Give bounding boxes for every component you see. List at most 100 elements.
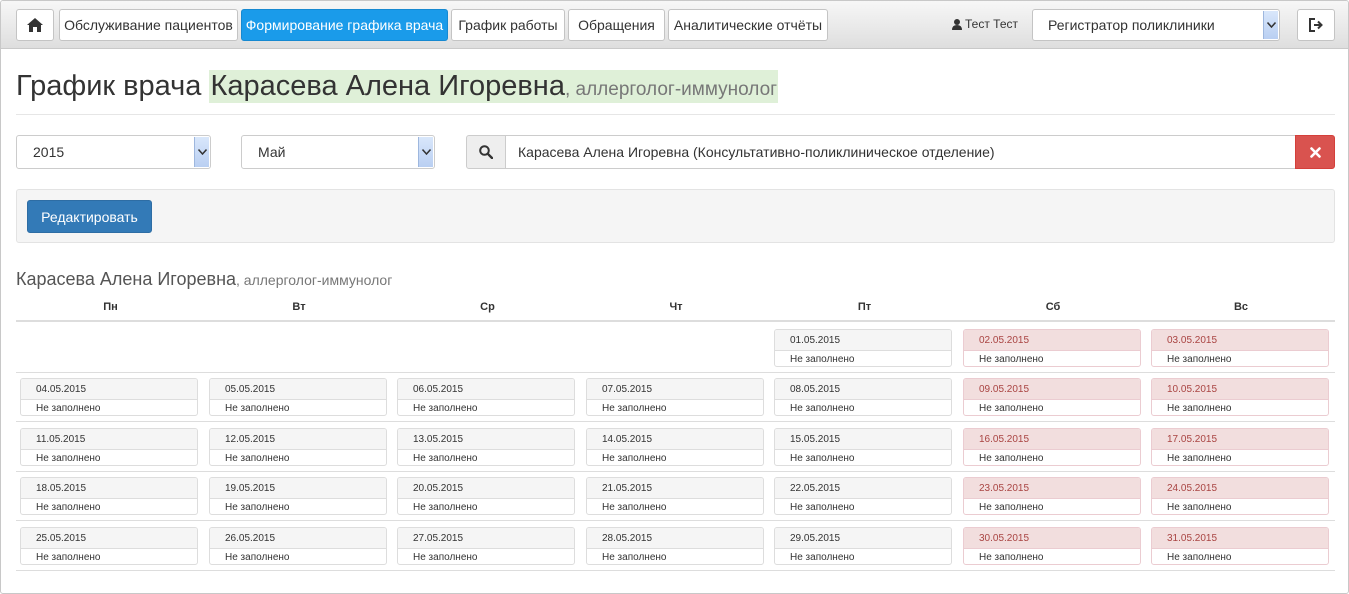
doctor-search-value: Карасева Алена Игоревна (Консультативно-…: [518, 144, 995, 160]
close-icon: [1309, 146, 1321, 158]
day-cell[interactable]: 04.05.2015 Не заполнено: [20, 378, 198, 416]
day-status: Не заполнено: [979, 354, 1044, 365]
home-button[interactable]: [16, 9, 54, 41]
day-cell[interactable]: 06.05.2015 Не заполнено: [397, 378, 575, 416]
search-button[interactable]: [466, 135, 506, 169]
day-status: Не заполнено: [225, 502, 290, 513]
day-date: 12.05.2015: [210, 429, 386, 450]
day-status: Не заполнено: [36, 453, 101, 464]
day-header-tue: Вт: [292, 301, 306, 313]
day-date: 15.05.2015: [775, 429, 951, 450]
page-title: График врача Карасева Алена Игоревна, ал…: [16, 70, 779, 105]
day-cell[interactable]: 26.05.2015 Не заполнено: [209, 527, 387, 565]
day-date: 21.05.2015: [587, 478, 763, 499]
day-date: 13.05.2015: [398, 429, 574, 450]
day-cell[interactable]: 03.05.2015 Не заполнено: [1151, 329, 1329, 367]
day-cell[interactable]: 01.05.2015 Не заполнено: [774, 329, 952, 367]
day-status: Не заполнено: [36, 502, 101, 513]
day-cell[interactable]: 02.05.2015 Не заполнено: [963, 329, 1141, 367]
day-cell[interactable]: 28.05.2015 Не заполнено: [586, 527, 764, 565]
day-cell[interactable]: 09.05.2015 Не заполнено: [963, 378, 1141, 416]
schedule-specialty: , аллерголог-иммунолог: [236, 272, 393, 288]
day-status: Не заполнено: [1167, 403, 1232, 414]
day-date: 31.05.2015: [1152, 528, 1328, 549]
day-status: Не заполнено: [413, 453, 478, 464]
edit-button[interactable]: Редактировать: [27, 200, 152, 233]
day-status: Не заполнено: [790, 453, 855, 464]
day-cell[interactable]: 22.05.2015 Не заполнено: [774, 477, 952, 515]
day-date: 04.05.2015: [21, 379, 197, 400]
day-date: 08.05.2015: [775, 379, 951, 400]
tab-patient-service[interactable]: Обслуживание пациентов: [59, 9, 238, 41]
schedule-doctor: Карасева Алена Игоревна: [16, 269, 237, 289]
day-header-wed: Ср: [480, 301, 495, 313]
day-cell[interactable]: 16.05.2015 Не заполнено: [963, 428, 1141, 466]
tab-analytic-reports[interactable]: Аналитические отчёты: [668, 9, 828, 41]
day-cell[interactable]: 25.05.2015 Не заполнено: [20, 527, 198, 565]
day-cell[interactable]: 23.05.2015 Не заполнено: [963, 477, 1141, 515]
chevron-down-icon: [418, 137, 433, 167]
schedule-week-row: 18.05.2015 Не заполнено 19.05.2015 Не запол…: [16, 471, 1335, 521]
chevron-down-icon: [1263, 11, 1278, 39]
day-cell[interactable]: 29.05.2015 Не заполнено: [774, 527, 952, 565]
page-title-specialty: , аллерголог-иммунолог: [564, 79, 778, 100]
day-cell[interactable]: 20.05.2015 Не заполнено: [397, 477, 575, 515]
day-status: Не заполнено: [413, 403, 478, 414]
day-status: Не заполнено: [1167, 552, 1232, 563]
day-cell[interactable]: 21.05.2015 Не заполнено: [586, 477, 764, 515]
day-status: Не заполнено: [979, 403, 1044, 414]
current-user[interactable]: Тест Тест: [952, 17, 1018, 31]
day-header-fri: Пт: [857, 301, 872, 313]
day-cell[interactable]: 15.05.2015 Не заполнено: [774, 428, 952, 466]
day-date: 09.05.2015: [964, 379, 1140, 400]
day-cell[interactable]: 17.05.2015 Не заполнено: [1151, 428, 1329, 466]
day-status: Не заполнено: [36, 403, 101, 414]
day-date: 28.05.2015: [587, 528, 763, 549]
day-status: Не заполнено: [790, 502, 855, 513]
year-select-value: 2015: [33, 144, 65, 160]
day-date: 22.05.2015: [775, 478, 951, 499]
tab-work-schedule[interactable]: График работы: [451, 9, 565, 41]
day-status: Не заполнено: [979, 552, 1044, 563]
schedule-week-row: 25.05.2015 Не заполнено 26.05.2015 Не запол…: [16, 521, 1335, 571]
day-cell[interactable]: 14.05.2015 Не заполнено: [586, 428, 764, 466]
year-select[interactable]: 2015: [16, 135, 211, 169]
day-cell[interactable]: 24.05.2015 Не заполнено: [1151, 477, 1329, 515]
day-date: 03.05.2015: [1152, 330, 1328, 351]
day-cell[interactable]: 07.05.2015 Не заполнено: [586, 378, 764, 416]
tab-doctor-schedule-forming[interactable]: Формирование графика врача: [241, 9, 448, 41]
role-select[interactable]: Регистратор поликлиники: [1032, 9, 1280, 41]
month-select[interactable]: Май: [241, 135, 435, 169]
day-date: 17.05.2015: [1152, 429, 1328, 450]
tab-appeals[interactable]: Обращения: [568, 9, 665, 41]
day-cell[interactable]: 10.05.2015 Не заполнено: [1151, 378, 1329, 416]
clear-search-button[interactable]: [1295, 135, 1335, 169]
page-title-prefix: График врача: [16, 70, 210, 102]
schedule-week-row: 01.05.2015 Не заполнено 02.05.2015 Не запол…: [16, 323, 1335, 373]
day-cell[interactable]: 13.05.2015 Не заполнено: [397, 428, 575, 466]
day-date: 19.05.2015: [210, 478, 386, 499]
day-cell[interactable]: 27.05.2015 Не заполнено: [397, 527, 575, 565]
doctor-search-input[interactable]: Карасева Алена Игоревна (Консультативно-…: [505, 135, 1296, 169]
schedule-header: Пн Вт Ср Чт Пт Сб Вс: [16, 296, 1335, 322]
day-cell[interactable]: 18.05.2015 Не заполнено: [20, 477, 198, 515]
home-icon: [27, 18, 43, 32]
day-date: 10.05.2015: [1152, 379, 1328, 400]
day-cell[interactable]: 19.05.2015 Не заполнено: [209, 477, 387, 515]
day-date: 30.05.2015: [964, 528, 1140, 549]
logout-button[interactable]: [1297, 9, 1335, 41]
day-cell[interactable]: 30.05.2015 Не заполнено: [963, 527, 1141, 565]
day-date: 18.05.2015: [21, 478, 197, 499]
app-window: Обслуживание пациентов Формирование граф…: [0, 0, 1349, 594]
day-status: Не заполнено: [413, 552, 478, 563]
page-title-doctor: Карасева Алена Игоревна: [210, 70, 565, 102]
day-cell[interactable]: 12.05.2015 Не заполнено: [209, 428, 387, 466]
chevron-down-icon: [194, 137, 209, 167]
day-cell[interactable]: 05.05.2015 Не заполнено: [209, 378, 387, 416]
day-status: Не заполнено: [225, 453, 290, 464]
day-cell[interactable]: 08.05.2015 Не заполнено: [774, 378, 952, 416]
day-cell[interactable]: 11.05.2015 Не заполнено: [20, 428, 198, 466]
day-cell[interactable]: 31.05.2015 Не заполнено: [1151, 527, 1329, 565]
day-date: 27.05.2015: [398, 528, 574, 549]
day-date: 29.05.2015: [775, 528, 951, 549]
